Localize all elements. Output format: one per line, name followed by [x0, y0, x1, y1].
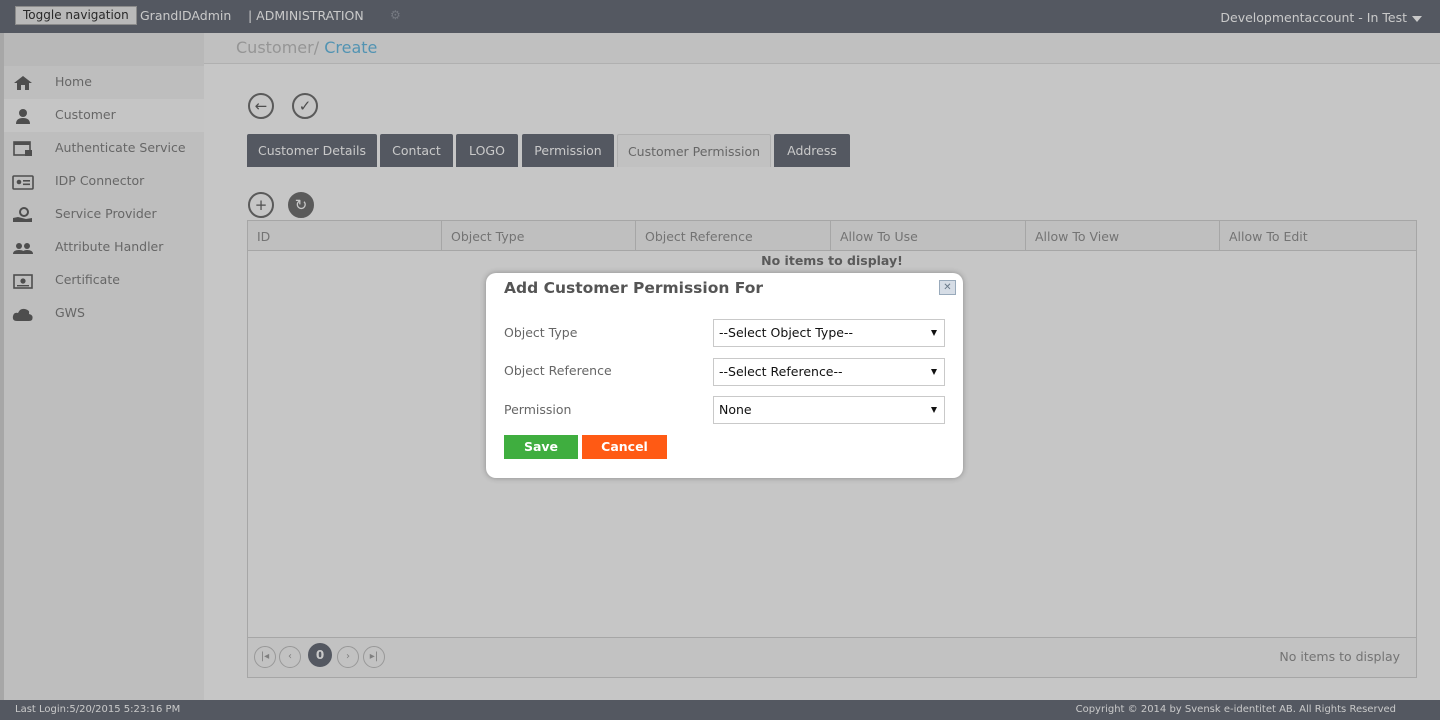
- object-reference-label: Object Reference: [504, 363, 612, 378]
- object-reference-select[interactable]: --Select Reference--: [713, 358, 945, 386]
- dropdown-arrow-icon: [931, 330, 937, 336]
- dialog-title: Add Customer Permission For: [504, 279, 764, 297]
- permission-value: None: [719, 402, 752, 417]
- cancel-button[interactable]: Cancel: [582, 435, 667, 459]
- object-type-select[interactable]: --Select Object Type--: [713, 319, 945, 347]
- object-type-label: Object Type: [504, 325, 578, 340]
- permission-label: Permission: [504, 402, 572, 417]
- close-button[interactable]: ✕: [939, 280, 956, 295]
- object-type-value: --Select Object Type--: [719, 325, 853, 340]
- dropdown-arrow-icon: [931, 407, 937, 413]
- dropdown-arrow-icon: [931, 369, 937, 375]
- close-icon: ✕: [943, 282, 952, 293]
- permission-select[interactable]: None: [713, 396, 945, 424]
- save-button[interactable]: Save: [504, 435, 578, 459]
- add-permission-dialog: Add Customer Permission For ✕ Object Typ…: [486, 273, 963, 478]
- object-reference-value: --Select Reference--: [719, 364, 843, 379]
